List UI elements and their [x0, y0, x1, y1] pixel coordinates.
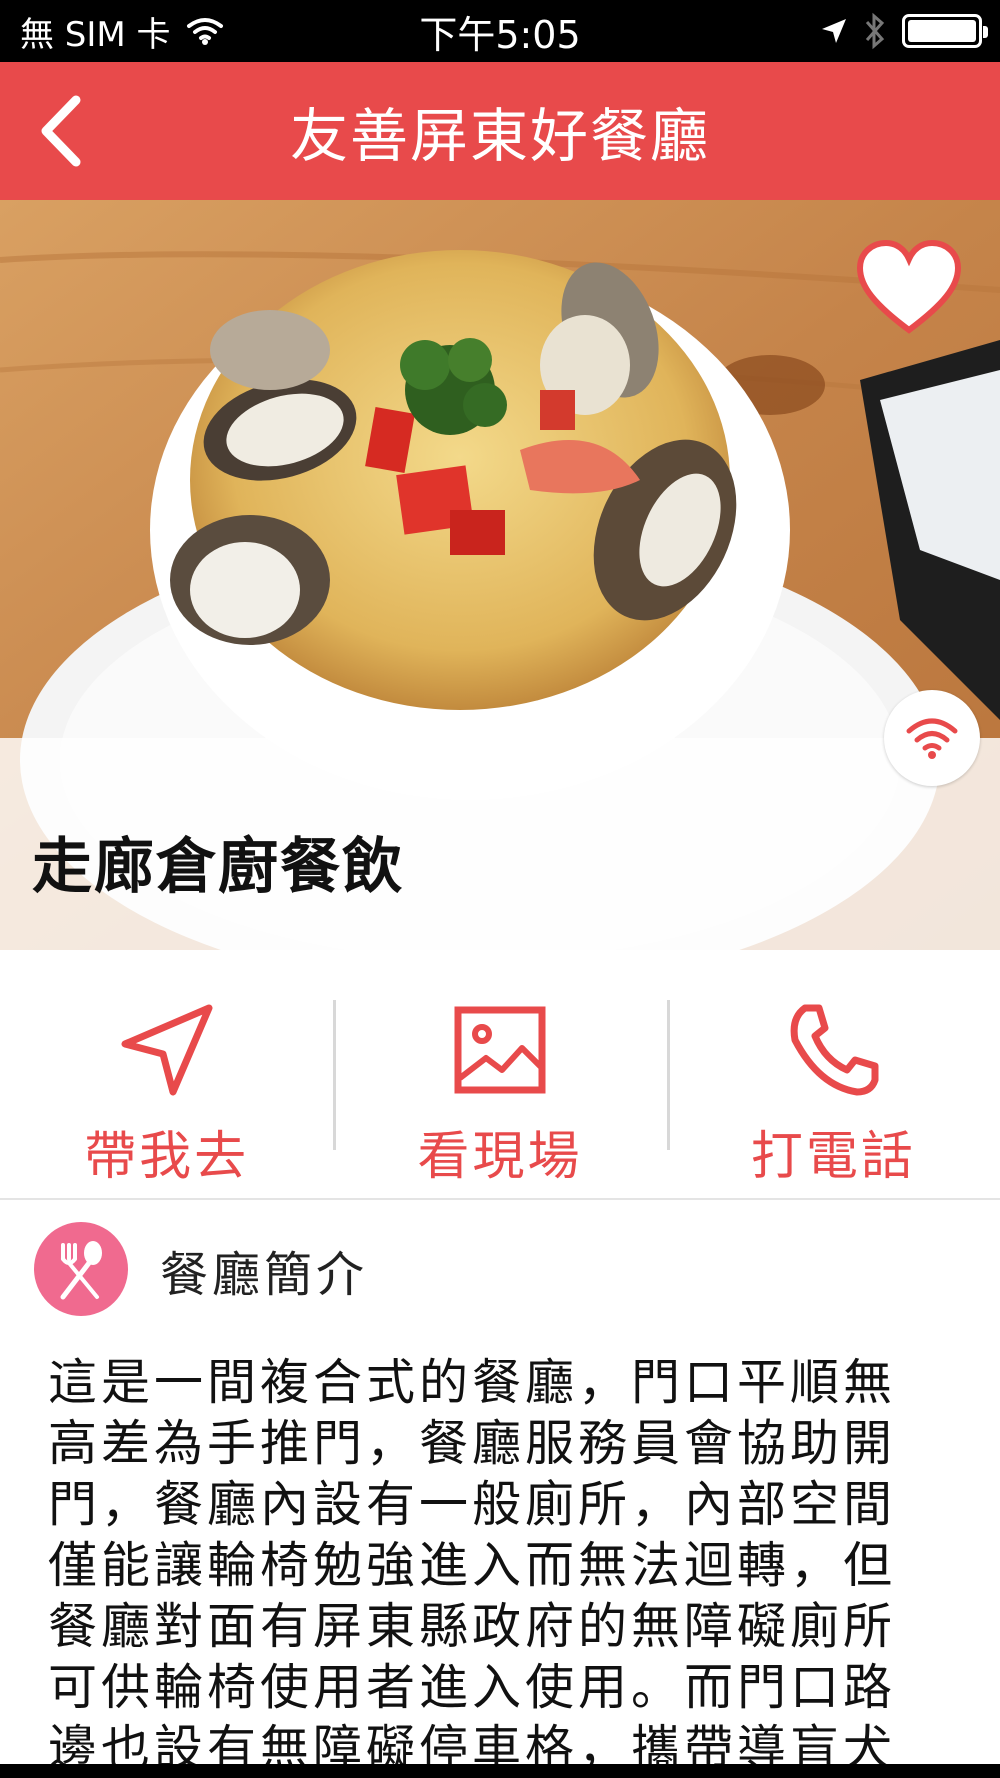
- nav-title: 友善屏東好餐廳: [289, 102, 710, 170]
- wifi-icon: [906, 718, 958, 759]
- navigate-label: 帶我去: [84, 1127, 250, 1187]
- navigate-button[interactable]: 帶我去: [0, 950, 333, 1198]
- wifi-badge: [884, 690, 980, 786]
- intro-line: 僅能讓輪椅勉強進入而無法迴轉，但: [48, 1537, 897, 1594]
- name-band: 走廊倉廚餐飲: [0, 738, 1000, 950]
- intro-line: 可供輪椅使用者進入使用。而門口路: [48, 1659, 897, 1716]
- navigation-arrow-icon: [121, 1004, 213, 1096]
- view-photos-button[interactable]: 看現場: [333, 950, 666, 1198]
- bottom-edge: [0, 1764, 1000, 1778]
- call-button[interactable]: 打電話: [666, 950, 1000, 1198]
- view-photos-label: 看現場: [417, 1127, 583, 1187]
- intro-line: 門，餐廳內設有一般廁所，內部空間: [48, 1476, 897, 1533]
- back-button[interactable]: [16, 86, 106, 176]
- image-icon: [454, 1006, 546, 1094]
- nav-bar: 友善屏東好餐廳: [0, 62, 1000, 200]
- intro-description: 這是一間複合式的餐廳，門口平順無 高差為手推門，餐廳服務員會協助開 門，餐廳內設…: [48, 1352, 928, 1778]
- call-label: 打電話: [750, 1127, 916, 1187]
- action-bar: 帶我去 看現場 打電話: [0, 950, 1000, 1200]
- intro-line: 餐廳對面有屏東縣政府的無障礙廁所: [48, 1598, 897, 1655]
- status-right: [820, 0, 988, 62]
- intro-title: 餐廳簡介: [160, 1247, 369, 1303]
- location-arrow-icon: [822, 19, 846, 43]
- restaurant-name: 走廊倉廚餐飲: [32, 832, 404, 902]
- favorite-button[interactable]: [854, 238, 964, 338]
- fork-spoon-icon: [34, 1222, 128, 1316]
- phone-icon: [790, 1004, 879, 1096]
- heart-icon: [856, 239, 962, 334]
- status-bar: 無 SIM 卡 下午5:05: [0, 0, 1000, 62]
- intro-line: 高差為手推門，餐廳服務員會協助開: [48, 1415, 897, 1472]
- chevron-left-icon: [41, 95, 81, 167]
- intro-header: 餐廳簡介: [0, 1200, 1000, 1340]
- battery-icon: [902, 14, 988, 48]
- hero-image: 走廊倉廚餐飲: [0, 200, 1000, 950]
- intro-line: 這是一間複合式的餐廳，門口平順無: [48, 1354, 897, 1411]
- bluetooth-icon: [865, 12, 885, 50]
